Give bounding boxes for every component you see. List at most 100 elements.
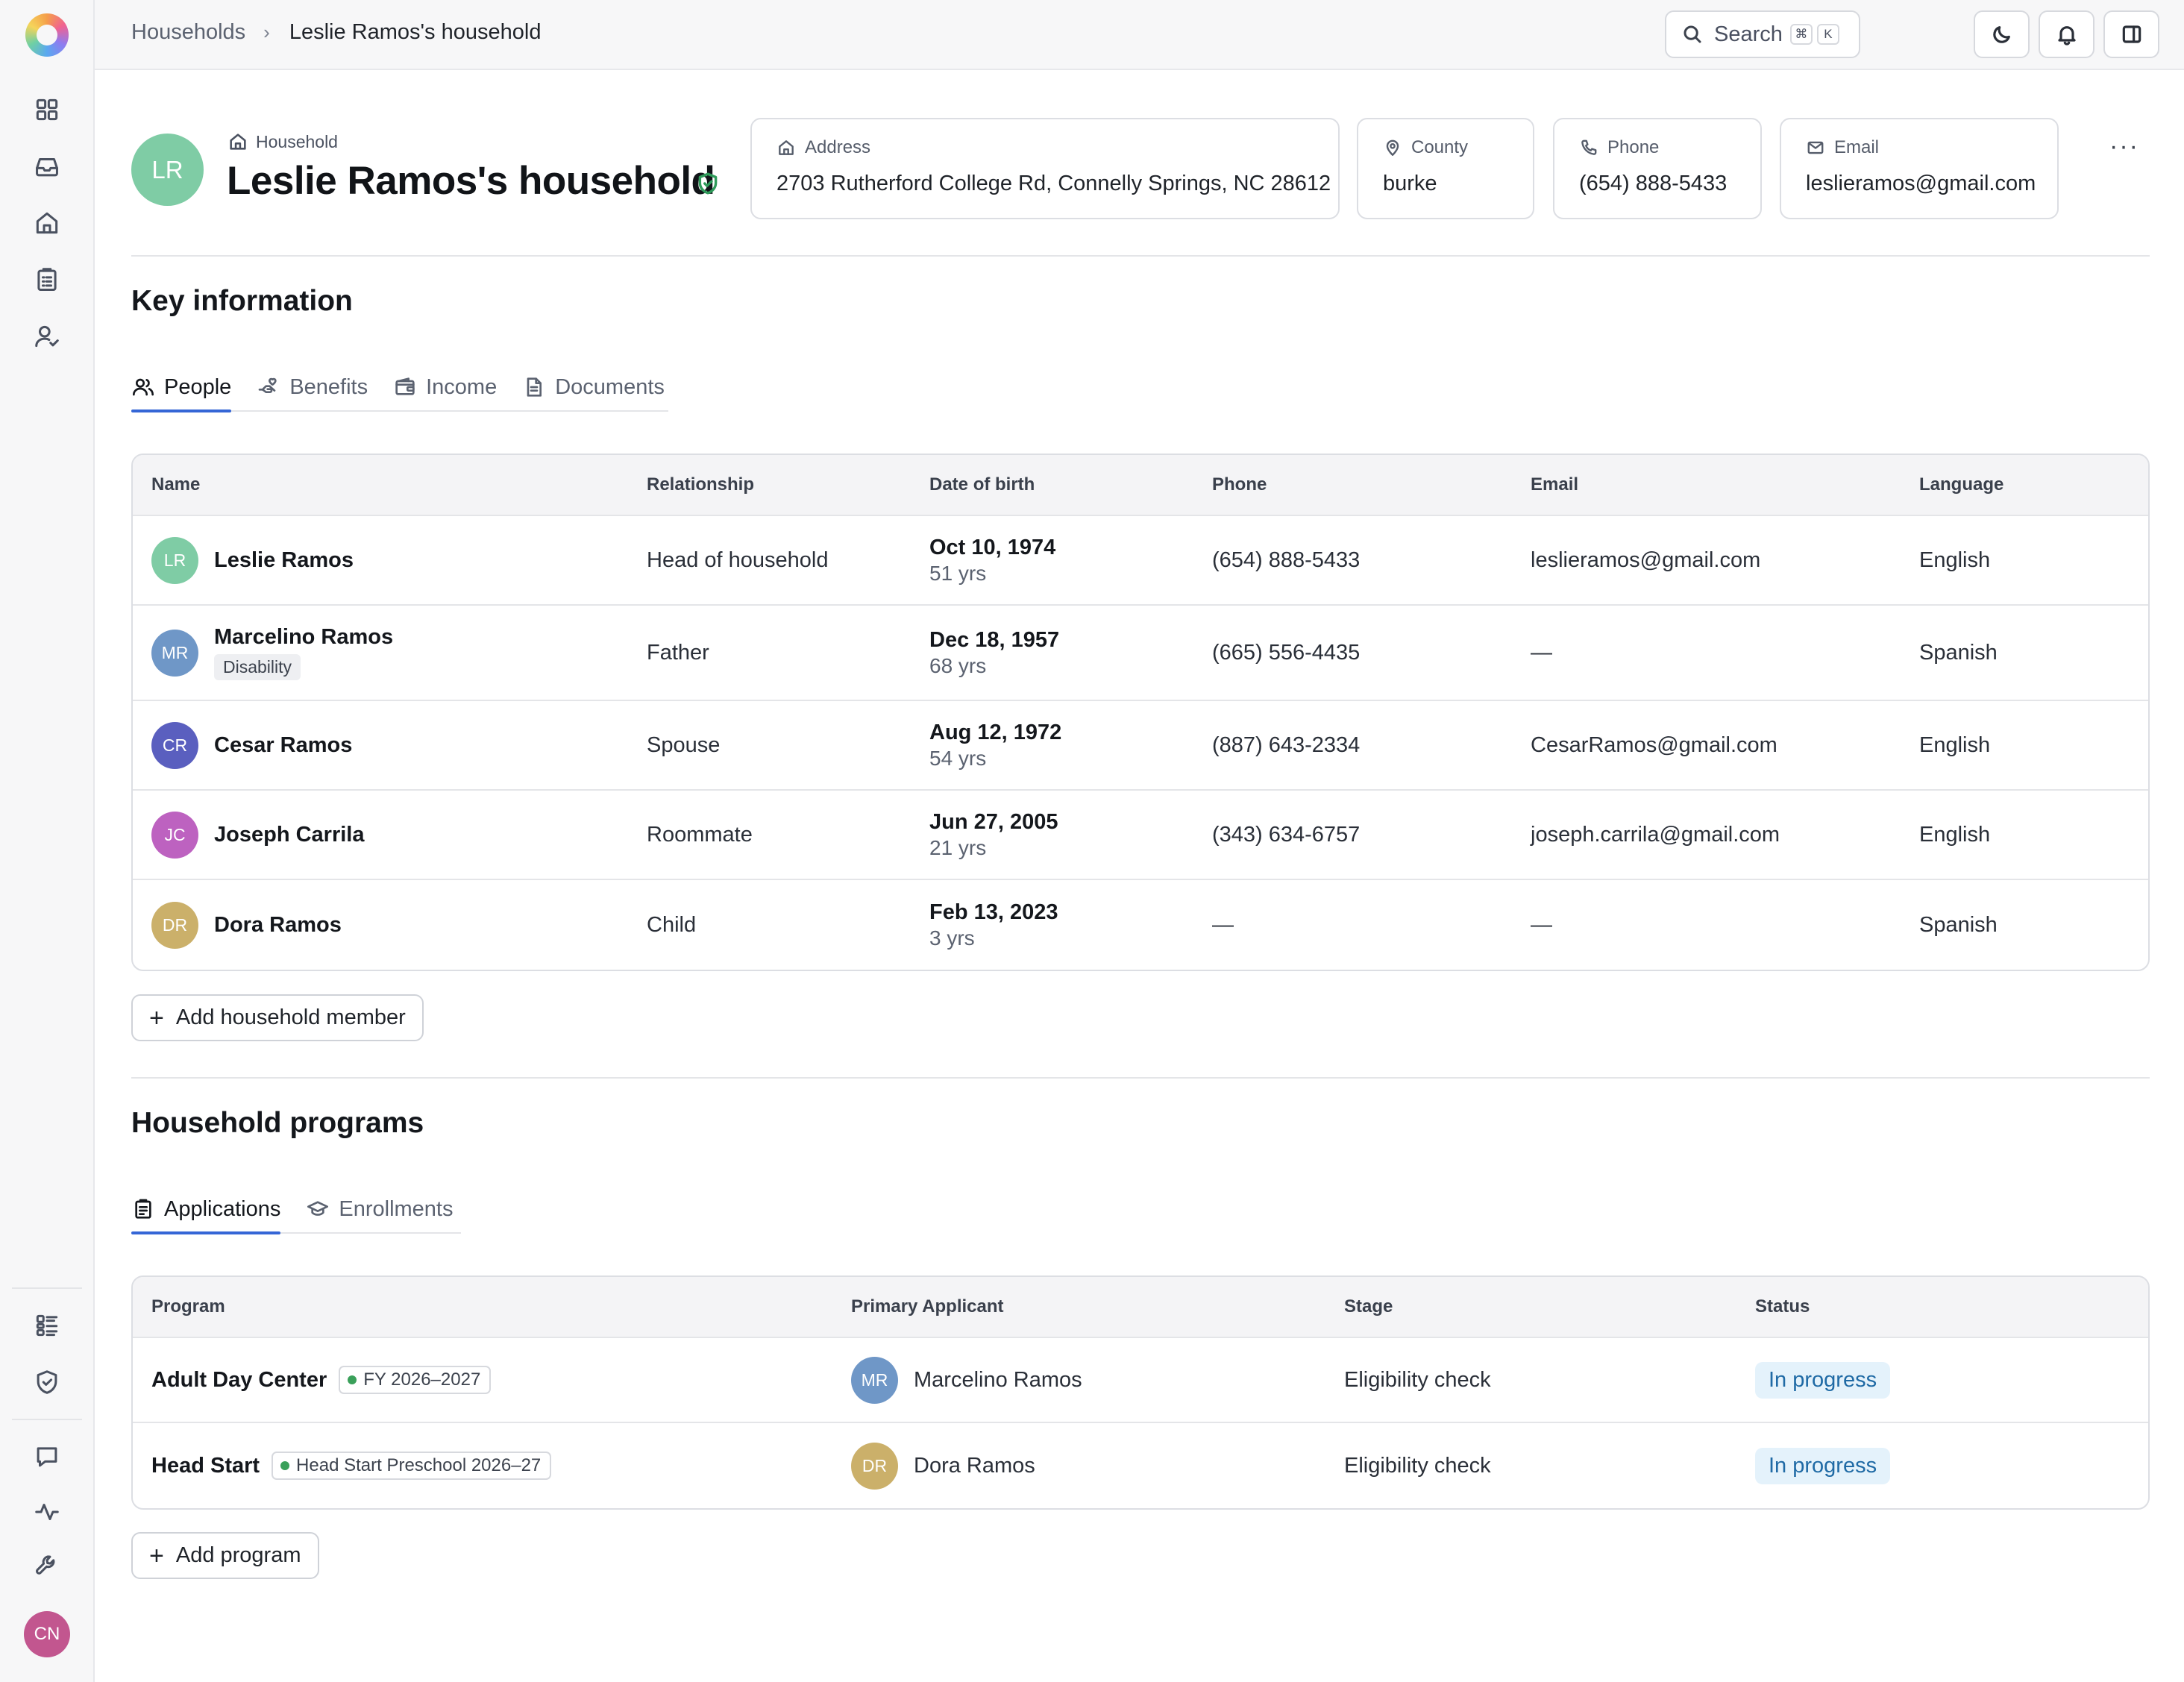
tab-documents[interactable]: Documents (522, 364, 665, 410)
table-row[interactable]: Head Start Head Start Preschool 2026–27 … (133, 1423, 2148, 1508)
phone-card[interactable]: Phone (654) 888-5433 (1553, 118, 1762, 219)
email-cell: — (1531, 640, 1552, 665)
rail-divider (12, 1419, 82, 1420)
wrench-icon[interactable] (30, 1548, 64, 1583)
column-header[interactable]: Name (151, 455, 200, 515)
program-tabs: Applications Enrollments (131, 1186, 461, 1234)
shortcut-key-cmd: ⌘ (1789, 24, 1813, 45)
verified-badge (695, 171, 721, 196)
toggle-panel-button[interactable] (2103, 10, 2159, 58)
message-icon[interactable] (30, 1440, 64, 1474)
dashboard-grid-icon[interactable] (30, 92, 64, 127)
tab-income[interactable]: Income (393, 364, 497, 410)
clipboard-list-icon[interactable] (30, 263, 64, 297)
shortcut-key-k: K (1816, 24, 1839, 45)
language-cell: English (1919, 547, 1991, 572)
stage-cell: Eligibility check (1344, 1367, 1491, 1392)
address-value: 2703 Rutherford College Rd, Connelly Spr… (776, 172, 1331, 195)
column-header[interactable]: Phone (1212, 455, 1267, 515)
applicant-name[interactable]: Dora Ramos (914, 1454, 1035, 1478)
tab-benefits[interactable]: Benefits (257, 364, 368, 410)
app-logo[interactable] (25, 13, 69, 57)
hand-heart-icon (258, 377, 277, 393)
status-dot (280, 1461, 290, 1470)
person-name[interactable]: Leslie Ramos (214, 548, 354, 573)
column-header[interactable]: Relationship (647, 455, 754, 515)
email-card[interactable]: Email leslieramos@gmail.com (1780, 118, 2059, 219)
email-cell: CesarRamos@gmail.com (1531, 732, 1777, 757)
dob-age: 51 yrs (929, 561, 987, 585)
notifications-button[interactable] (2039, 10, 2094, 58)
applicant-name[interactable]: Marcelino Ramos (914, 1368, 1082, 1393)
program-name[interactable]: Adult Day Center (151, 1368, 327, 1393)
column-header[interactable]: Primary Applicant (851, 1277, 1004, 1337)
activity-icon[interactable] (30, 1495, 64, 1529)
email-cell: joseph.carrila@gmail.com (1531, 822, 1780, 847)
user-avatar[interactable]: CN (24, 1611, 70, 1657)
person-name[interactable]: Cesar Ramos (214, 733, 352, 758)
phone-label: Phone (1579, 137, 1760, 158)
breadcrumb-households-link[interactable]: Households (131, 20, 245, 45)
tab-people[interactable]: People (131, 364, 232, 412)
disability-tag: Disability (214, 654, 301, 680)
column-header[interactable]: Language (1919, 455, 2003, 515)
email-label-text: Email (1834, 137, 1880, 157)
shield-check-icon (698, 172, 718, 195)
relationship-cell: Roommate (647, 822, 753, 847)
phone-cell: (887) 643-2334 (1212, 732, 1361, 757)
add-program-button[interactable]: + Add program (131, 1532, 319, 1579)
search-button[interactable]: Search ⌘ K (1665, 10, 1860, 58)
table-row[interactable]: MR Marcelino Ramos Disability Father Dec… (133, 606, 2148, 701)
user-check-icon[interactable] (30, 319, 64, 354)
county-card[interactable]: County burke (1357, 118, 1534, 219)
more-options-icon[interactable]: ··· (2103, 125, 2145, 167)
table-row[interactable]: Adult Day Center FY 2026–2027 MR Marceli… (133, 1338, 2148, 1423)
program-name[interactable]: Head Start (151, 1454, 260, 1478)
household-kicker-label: Household (256, 131, 338, 151)
shield-check-icon[interactable] (30, 1365, 64, 1399)
person-name[interactable]: Dora Ramos (214, 913, 342, 938)
column-header[interactable]: Program (151, 1277, 225, 1337)
inbox-icon[interactable] (30, 149, 64, 183)
address-card[interactable]: Address 2703 Rutherford College Rd, Conn… (750, 118, 1340, 219)
person-name[interactable]: Joseph Carrila (214, 823, 364, 847)
left-rail: CN (0, 0, 95, 1682)
column-header[interactable]: Stage (1344, 1277, 1393, 1337)
clipboard-icon (135, 1199, 151, 1219)
document-icon (527, 377, 542, 397)
table-row[interactable]: DR Dora Ramos Child Feb 13, 2023 3 yrs —… (133, 880, 2148, 970)
person-name[interactable]: Marcelino Ramos (214, 625, 393, 650)
column-header[interactable]: Email (1531, 455, 1578, 515)
rail-divider (12, 1287, 82, 1289)
theme-toggle-button[interactable] (1974, 10, 2030, 58)
list-details-icon[interactable] (30, 1308, 64, 1343)
relationship-cell: Head of household (647, 547, 829, 572)
add-household-member-button[interactable]: + Add household member (131, 994, 424, 1041)
avatar: MR (851, 1356, 898, 1404)
column-header[interactable]: Date of birth (929, 455, 1035, 515)
table-row[interactable]: CR Cesar Ramos Spouse Aug 12, 1972 54 yr… (133, 701, 2148, 791)
tab-benefits-label: Benefits (289, 374, 368, 399)
table-row[interactable]: JC Joseph Carrila Roommate Jun 27, 2005 … (133, 791, 2148, 880)
top-bar: Households › Leslie Ramos's household Se… (95, 0, 2184, 70)
search-icon (1684, 25, 1701, 43)
language-cell: English (1919, 732, 1991, 757)
email-cell: leslieramos@gmail.com (1531, 547, 1761, 572)
relationship-cell: Spouse (647, 732, 721, 757)
table-row[interactable]: LR Leslie Ramos Head of household Oct 10… (133, 516, 2148, 606)
relationship-cell: Father (647, 640, 709, 665)
status-badge: In progress (1755, 1447, 1891, 1484)
tab-enrollments[interactable]: Enrollments (306, 1186, 454, 1232)
breadcrumb: Households › Leslie Ramos's household (131, 20, 541, 45)
phone-label-text: Phone (1607, 137, 1660, 157)
tab-applications[interactable]: Applications (131, 1186, 281, 1234)
status-badge: In progress (1755, 1361, 1891, 1399)
dob-date: Jun 27, 2005 (929, 809, 1058, 834)
avatar: CR (151, 721, 198, 769)
tab-documents-label: Documents (555, 374, 665, 399)
column-header[interactable]: Status (1755, 1277, 1810, 1337)
avatar: LR (151, 536, 198, 584)
home-icon[interactable] (30, 206, 64, 240)
phone-value: (654) 888-5433 (1579, 172, 1728, 195)
dob-date: Aug 12, 1972 (929, 720, 1062, 744)
